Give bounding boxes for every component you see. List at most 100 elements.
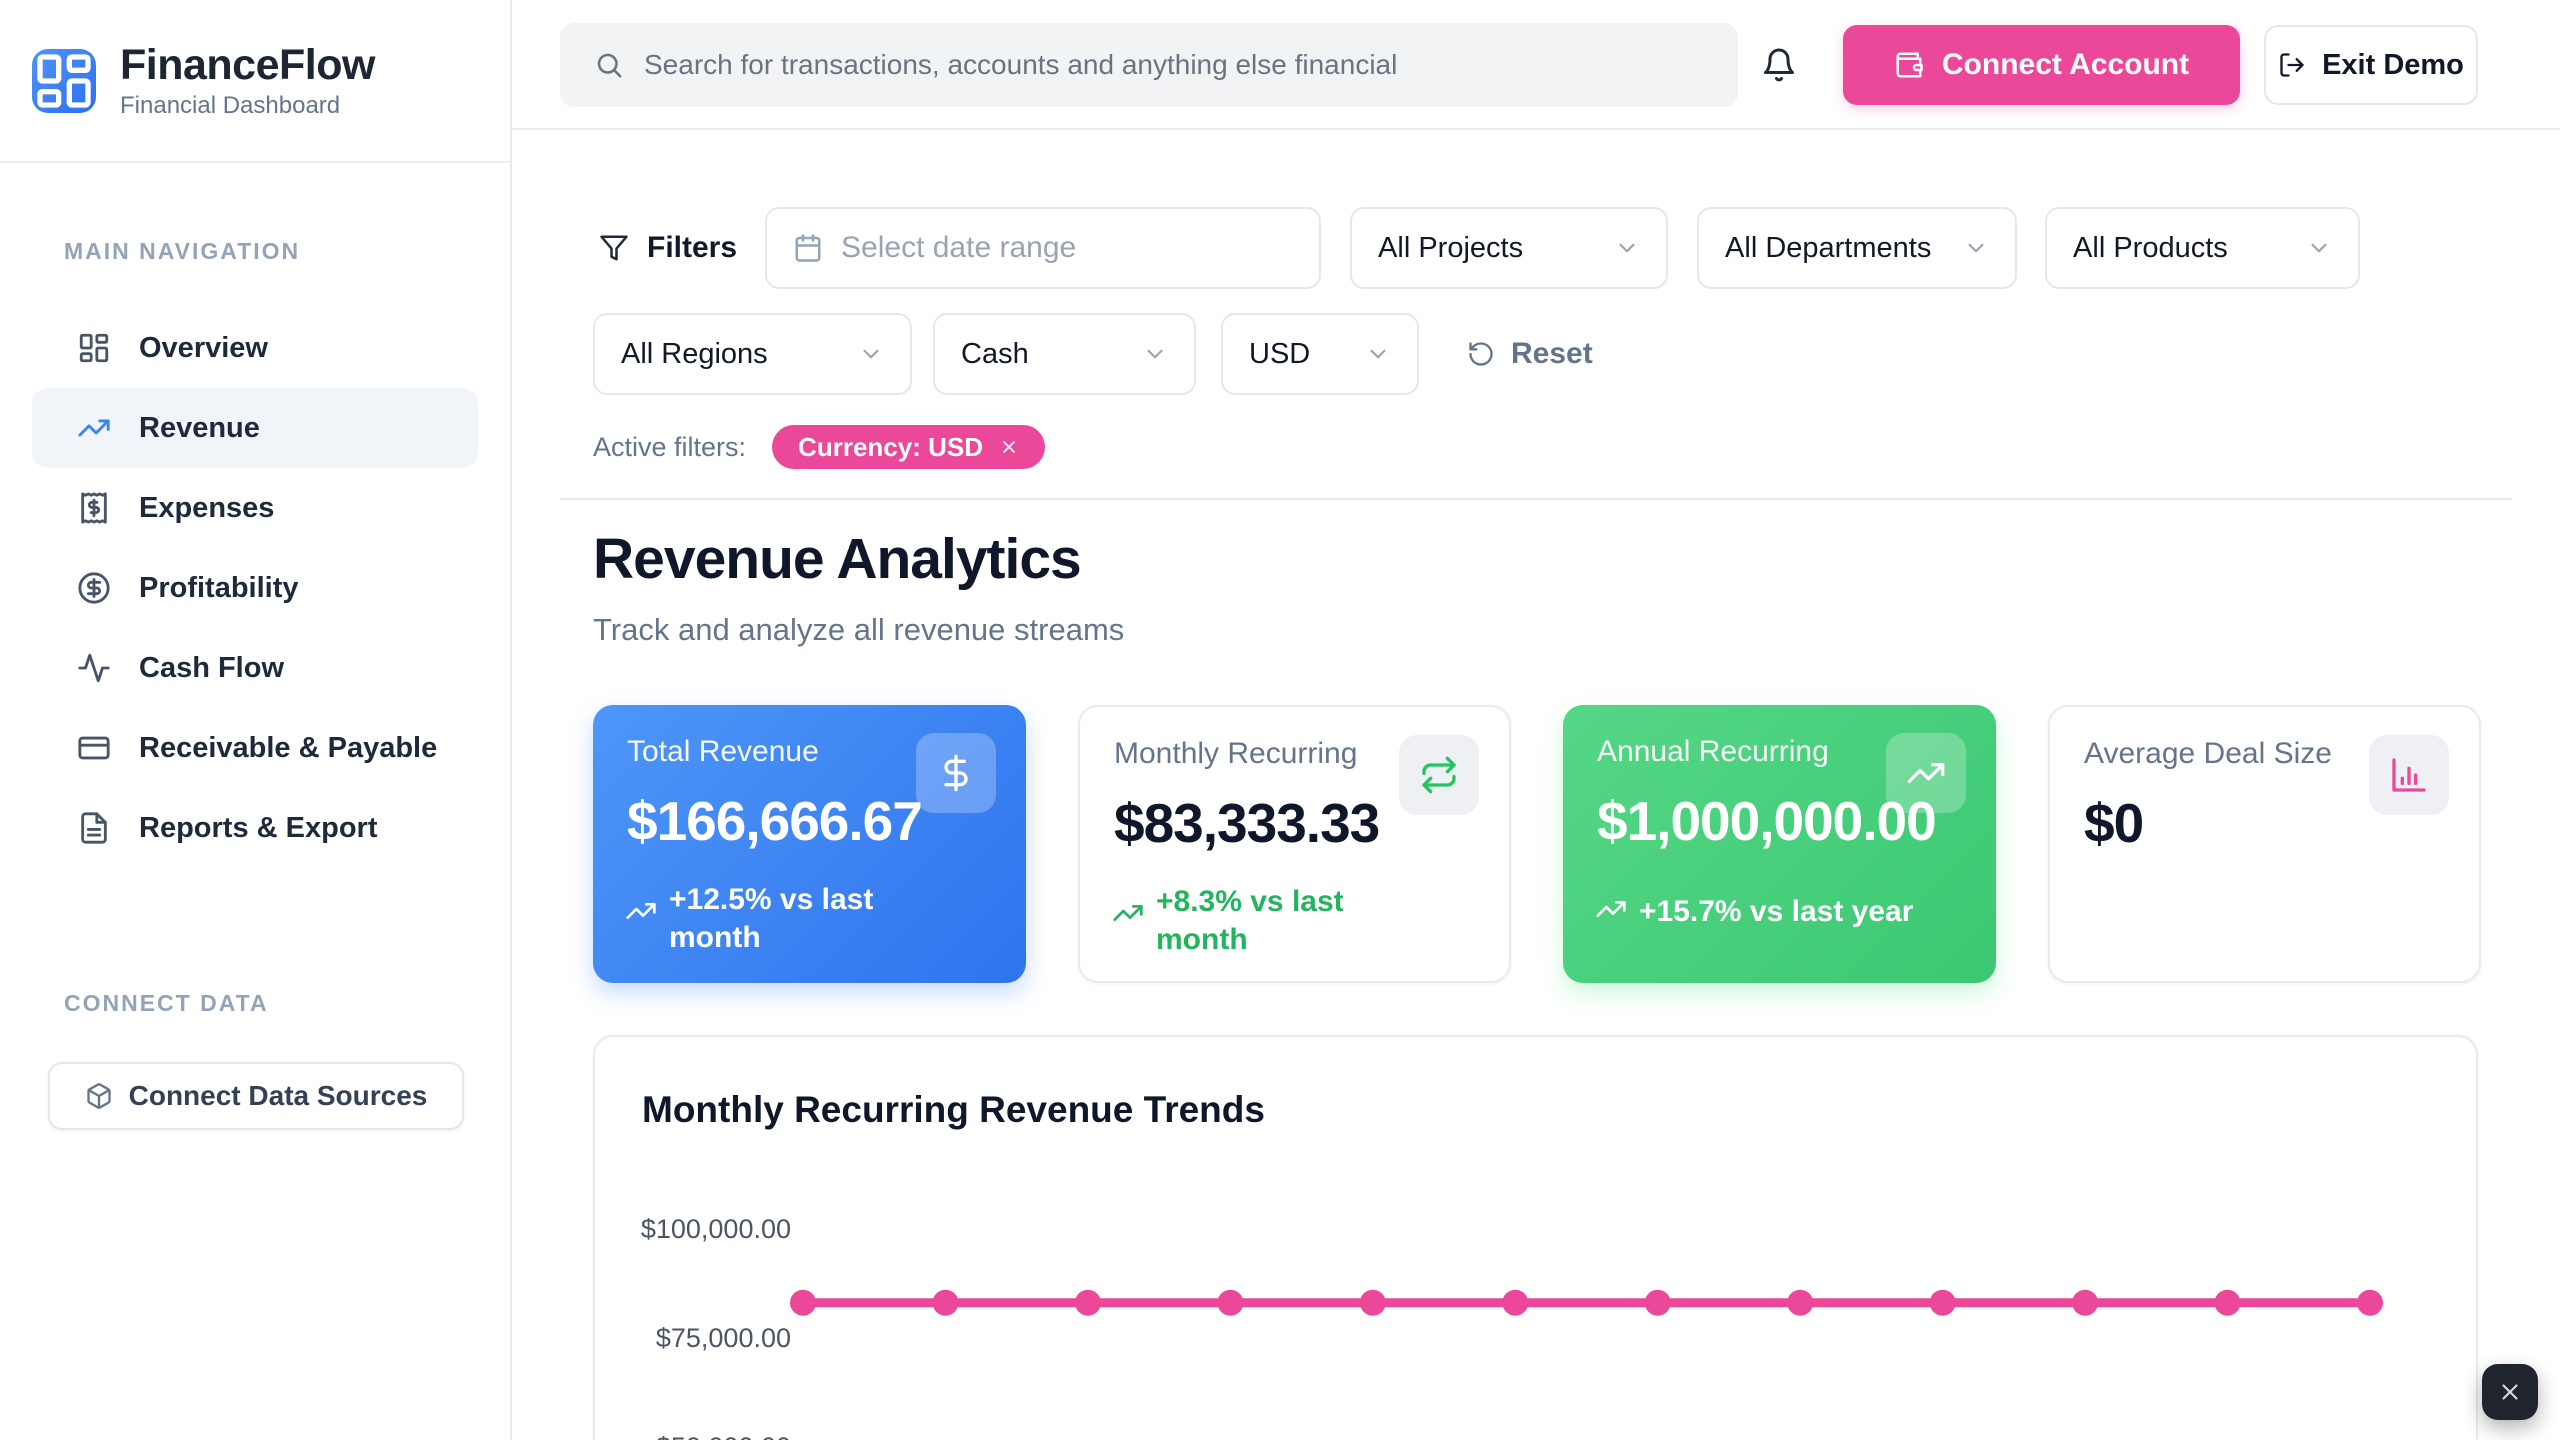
bell-icon xyxy=(1761,47,1797,83)
projects-select[interactable]: All Projects xyxy=(1350,207,1668,289)
sidebar-item-receivable-payable[interactable]: Receivable & Payable xyxy=(32,708,478,788)
main-navigation: Overview Revenue Expenses Profitability Cash… xyxy=(32,308,478,868)
trending-up-icon xyxy=(625,895,657,927)
metric-icon-box xyxy=(916,733,996,813)
chart-title: Monthly Recurring Revenue Trends xyxy=(642,1089,1265,1131)
metric-label: Monthly Recurring xyxy=(1114,737,1357,771)
sidebar-item-profitability[interactable]: Profitability xyxy=(32,548,478,628)
connect-data-sources-button[interactable]: Connect Data Sources xyxy=(48,1062,464,1130)
date-range-input[interactable] xyxy=(765,207,1321,289)
products-select[interactable]: All Products xyxy=(2045,207,2360,289)
brand-subtitle: Financial Dashboard xyxy=(120,92,375,120)
log-out-icon xyxy=(2278,51,2306,79)
page-title: Revenue Analytics xyxy=(593,526,1081,592)
date-range-text[interactable] xyxy=(841,231,1293,265)
main-content: Filters All Projects All Departments All… xyxy=(512,130,2560,1440)
layout-dashboard-icon xyxy=(77,331,111,365)
metric-card-annual-recurring: Annual Recurring$1,000,000.00+15.7% vs l… xyxy=(1563,705,1996,983)
calendar-icon xyxy=(793,233,823,263)
chevron-down-icon xyxy=(2306,235,2332,261)
filters-title: Filters xyxy=(599,231,737,265)
chip-label: Currency: USD xyxy=(798,432,983,463)
rotate-ccw-icon xyxy=(1467,340,1495,368)
close-demo-banner-button[interactable] xyxy=(2482,1364,2538,1420)
connect-account-label: Connect Account xyxy=(1942,48,2189,82)
receipt-icon xyxy=(77,491,111,525)
y-axis-tick: $50,000.00 xyxy=(595,1432,791,1440)
departments-select[interactable]: All Departments xyxy=(1697,207,2017,289)
trending-up-icon xyxy=(1112,897,1144,929)
metric-icon-box xyxy=(1399,735,1479,815)
sidebar-item-cash-flow[interactable]: Cash Flow xyxy=(32,628,478,708)
dollar-sign-icon xyxy=(936,753,976,793)
wallet-icon xyxy=(1894,50,1924,80)
metric-value: $166,666.67 xyxy=(627,789,922,853)
active-filter-chips: Currency: USD xyxy=(772,425,1045,469)
chevron-down-icon xyxy=(1963,235,1989,261)
metric-card-monthly-recurring: Monthly Recurring $83,333.33 +8.3% vs last… xyxy=(1078,705,1511,983)
active-filters-label: Active filters: xyxy=(593,432,746,463)
trending-up-icon xyxy=(77,411,111,445)
trending-up-icon xyxy=(1595,893,1627,925)
metric-icon-box xyxy=(2369,735,2449,815)
sidebar-item-revenue[interactable]: Revenue xyxy=(32,388,478,468)
repeat-icon xyxy=(1419,755,1459,795)
metric-label: Total Revenue xyxy=(627,735,819,769)
metric-trend-text: +8.3% vs last month xyxy=(1156,883,1376,959)
activity-icon xyxy=(77,651,111,685)
notifications-button[interactable] xyxy=(1754,40,1804,90)
chevron-down-icon xyxy=(1365,341,1391,367)
currency-select[interactable]: USD xyxy=(1221,313,1419,395)
metric-trend: +8.3% vs last month xyxy=(1112,883,1376,959)
nav-section-heading: MAIN NAVIGATION xyxy=(64,238,300,265)
trending-up-icon xyxy=(1906,753,1946,793)
close-icon xyxy=(2497,1379,2523,1405)
connect-data-heading: CONNECT DATA xyxy=(64,990,269,1017)
accounting-basis-select[interactable]: Cash xyxy=(933,313,1196,395)
active-filters-row: Active filters: Currency: USD xyxy=(593,425,1045,469)
exit-demo-button[interactable]: Exit Demo xyxy=(2264,25,2478,105)
sidebar-item-label: Expenses xyxy=(139,492,274,525)
app-root: FinanceFlow Financial Dashboard MAIN NAV… xyxy=(0,0,2560,1440)
sidebar-item-label: Overview xyxy=(139,332,268,365)
exit-demo-label: Exit Demo xyxy=(2322,49,2464,82)
connect-account-button[interactable]: Connect Account xyxy=(1843,25,2240,105)
metric-value: $0 xyxy=(2084,791,2143,855)
metric-trend-text: +15.7% vs last year xyxy=(1639,893,1913,931)
metric-cards-row: Total Revenue $166,666.67 +12.5% vs last m… xyxy=(593,705,2478,983)
regions-select[interactable]: All Regions xyxy=(593,313,912,395)
active-filter-chip: Currency: USD xyxy=(772,425,1045,469)
file-text-icon xyxy=(77,811,111,845)
metric-value: $1,000,000.00 xyxy=(1597,789,1936,853)
metric-card-total-revenue: Total Revenue $166,666.67 +12.5% vs last m… xyxy=(593,705,1026,983)
filters-row-1: Filters All Projects All Departments All… xyxy=(599,207,2360,289)
filter-icon xyxy=(599,233,629,263)
reset-filters-button[interactable]: Reset xyxy=(1467,337,1593,371)
mrr-trends-chart-card: Monthly Recurring Revenue Trends $100,00… xyxy=(593,1035,2478,1440)
y-axis-tick: $100,000.00 xyxy=(595,1214,791,1245)
sidebar-item-overview[interactable]: Overview xyxy=(32,308,478,388)
chevron-down-icon xyxy=(858,341,884,367)
sidebar-item-label: Revenue xyxy=(139,412,260,445)
sidebar-item-label: Reports & Export xyxy=(139,812,377,845)
sidebar-item-label: Cash Flow xyxy=(139,652,284,685)
sidebar-item-label: Receivable & Payable xyxy=(139,732,437,765)
search-box xyxy=(560,23,1738,107)
credit-card-icon xyxy=(77,731,111,765)
search-input[interactable] xyxy=(644,49,1704,81)
metric-trend: +12.5% vs last month xyxy=(625,881,889,957)
remove-filter-icon[interactable] xyxy=(999,437,1019,457)
metric-trend-text: +12.5% vs last month xyxy=(669,881,889,957)
bar-chart-icon xyxy=(2389,755,2429,795)
sidebar-item-expenses[interactable]: Expenses xyxy=(32,468,478,548)
metric-value: $83,333.33 xyxy=(1114,791,1379,855)
metric-label: Average Deal Size xyxy=(2084,737,2332,771)
brand: FinanceFlow Financial Dashboard xyxy=(0,0,510,163)
brand-name: FinanceFlow xyxy=(120,41,375,89)
sidebar-item-reports-export[interactable]: Reports & Export xyxy=(32,788,478,868)
sidebar: FinanceFlow Financial Dashboard MAIN NAV… xyxy=(0,0,512,1440)
chevron-down-icon xyxy=(1614,235,1640,261)
topbar: Connect Account Exit Demo xyxy=(512,0,2560,130)
app-logo-icon xyxy=(32,49,96,113)
section-divider xyxy=(560,498,2512,500)
